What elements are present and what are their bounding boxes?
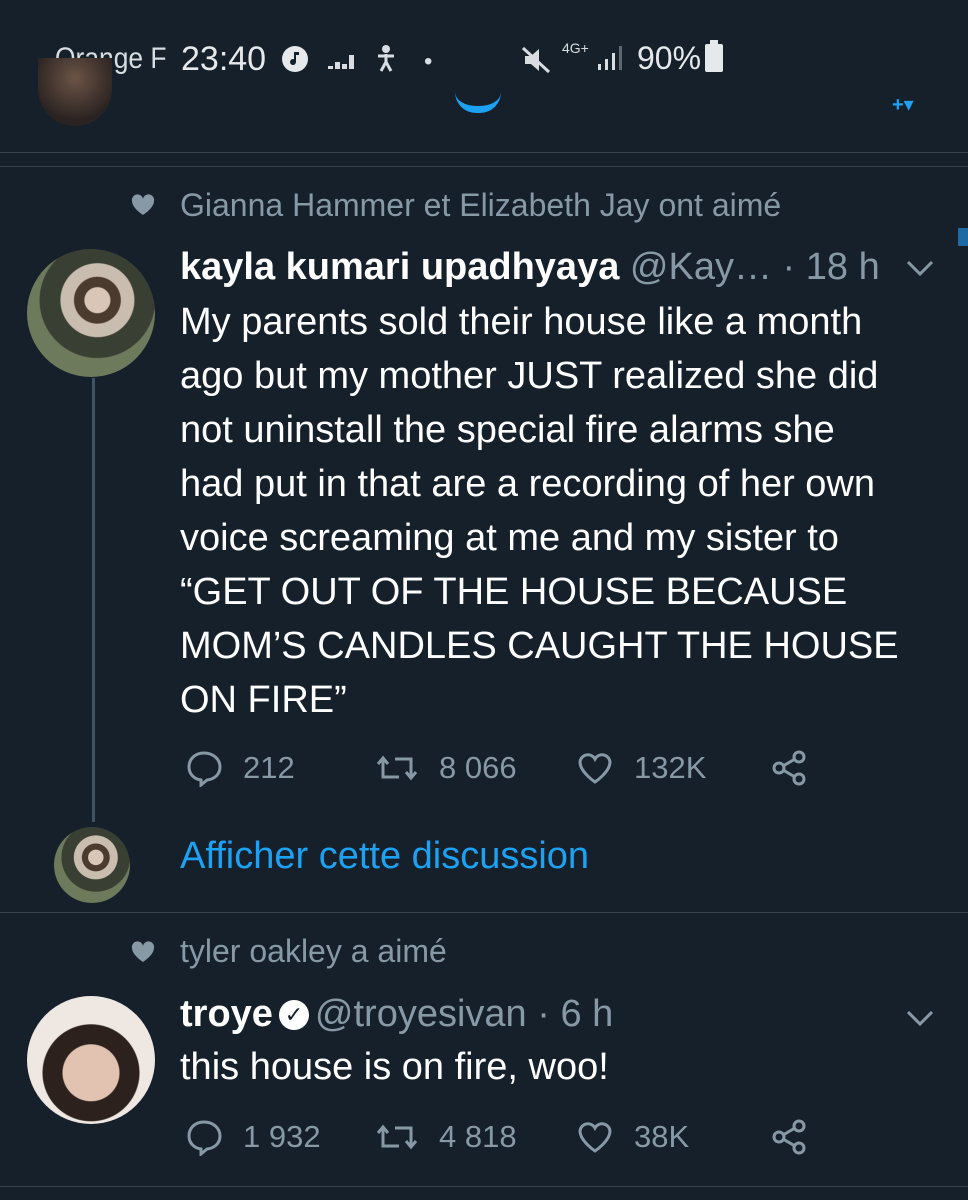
share-button[interactable] bbox=[770, 1118, 828, 1156]
notification-dot-icon: • bbox=[424, 48, 433, 75]
reply-icon bbox=[187, 1120, 222, 1156]
author-handle[interactable]: @troyesivan bbox=[315, 993, 527, 1035]
retweet-icon bbox=[376, 755, 418, 781]
tweet-text-line: ON FIRE” bbox=[180, 679, 347, 721]
tweet-text: this house is on fire, woo! bbox=[180, 1040, 609, 1094]
thread-line bbox=[92, 378, 95, 822]
reply-count: 212 bbox=[243, 750, 295, 785]
retweet-icon bbox=[376, 1124, 418, 1150]
tweet-text-line: “GET OUT OF THE HOUSE BECAUSE bbox=[180, 571, 848, 613]
share-icon bbox=[772, 1119, 806, 1155]
tweet-text-line: MOM’S CANDLES CAUGHT THE HOUSE bbox=[180, 625, 899, 667]
chevron-down-icon[interactable] bbox=[905, 1002, 935, 1036]
music-app-icon bbox=[281, 45, 309, 78]
avatar[interactable] bbox=[27, 249, 155, 377]
reply-icon bbox=[187, 751, 222, 787]
avatar[interactable] bbox=[27, 996, 155, 1124]
tweet-text-line: My parents sold their house like a month bbox=[180, 301, 863, 343]
share-button[interactable] bbox=[770, 749, 828, 787]
like-count: 38K bbox=[634, 1119, 690, 1154]
tweet-text-line: voice screaming at me and my sister to bbox=[180, 517, 839, 559]
show-thread-link[interactable]: Afficher cette discussion bbox=[180, 835, 589, 878]
share-icon bbox=[772, 750, 806, 786]
like-button[interactable]: 38K bbox=[576, 1118, 689, 1156]
author-handle[interactable]: @Kay… bbox=[630, 246, 772, 288]
accessibility-icon bbox=[372, 44, 400, 79]
mute-icon bbox=[521, 46, 551, 79]
network-type-label: 4G+ bbox=[562, 40, 589, 56]
heart-icon bbox=[578, 1122, 612, 1153]
tweet-time: · 6 h bbox=[526, 993, 614, 1035]
signal-icon bbox=[596, 44, 626, 77]
heart-icon bbox=[578, 753, 612, 784]
tweet-text-line: this house is on fire, woo! bbox=[180, 1046, 609, 1088]
tweet-header: kayla kumari upadhyaya @Kay… · 18 h bbox=[180, 246, 880, 289]
tweet-divider bbox=[0, 1186, 968, 1187]
tweet-text-line: had put in that are a recording of her o… bbox=[180, 463, 876, 505]
retweet-button[interactable]: 4 818 bbox=[375, 1118, 517, 1156]
battery-percent: 90% bbox=[637, 40, 702, 76]
reply-button[interactable]: 212 bbox=[185, 749, 295, 787]
liked-heart-icon bbox=[130, 193, 156, 222]
retweet-button[interactable]: 8 066 bbox=[375, 749, 517, 787]
tweet-header: troye ✓ @troyesivan · 6 h bbox=[180, 993, 613, 1036]
tweet-text-line: not uninstall the special fire alarms sh… bbox=[180, 409, 835, 451]
header-divider bbox=[0, 152, 968, 153]
reply-button[interactable]: 1 932 bbox=[185, 1118, 321, 1156]
clock: 23:40 bbox=[181, 40, 267, 78]
like-button[interactable]: 132K bbox=[576, 749, 706, 787]
scrollbar[interactable] bbox=[958, 228, 968, 246]
tweet-text: My parents sold their house like a month… bbox=[180, 295, 899, 727]
compose-icon[interactable]: +▾ bbox=[892, 92, 914, 117]
battery-icon bbox=[705, 40, 723, 72]
liked-heart-icon bbox=[130, 940, 156, 969]
tweet-time: · 18 h bbox=[771, 246, 880, 288]
reply-count: 1 932 bbox=[243, 1119, 321, 1154]
chevron-down-icon[interactable] bbox=[905, 252, 935, 286]
retweet-count: 8 066 bbox=[439, 750, 517, 785]
social-context[interactable]: Gianna Hammer et Elizabeth Jay ont aimé bbox=[180, 187, 781, 224]
tweet-divider bbox=[0, 912, 968, 913]
header-divider-2 bbox=[0, 166, 968, 167]
like-count: 132K bbox=[634, 750, 707, 785]
thread-avatar[interactable] bbox=[54, 827, 130, 903]
author-name[interactable]: kayla kumari upadhyaya bbox=[180, 246, 619, 288]
status-bar: Orange F 23:40 • 4G+ 90% bbox=[0, 0, 968, 95]
verified-badge-icon: ✓ bbox=[278, 1000, 309, 1030]
retweet-count: 4 818 bbox=[439, 1119, 517, 1154]
profile-avatar[interactable] bbox=[38, 58, 112, 126]
deezer-icon bbox=[328, 52, 358, 75]
social-context[interactable]: tyler oakley a aimé bbox=[180, 933, 447, 970]
author-name[interactable]: troye bbox=[180, 993, 273, 1035]
tweet-text-line: ago but my mother JUST realized she did bbox=[180, 355, 879, 397]
twitter-logo-icon bbox=[455, 92, 501, 113]
